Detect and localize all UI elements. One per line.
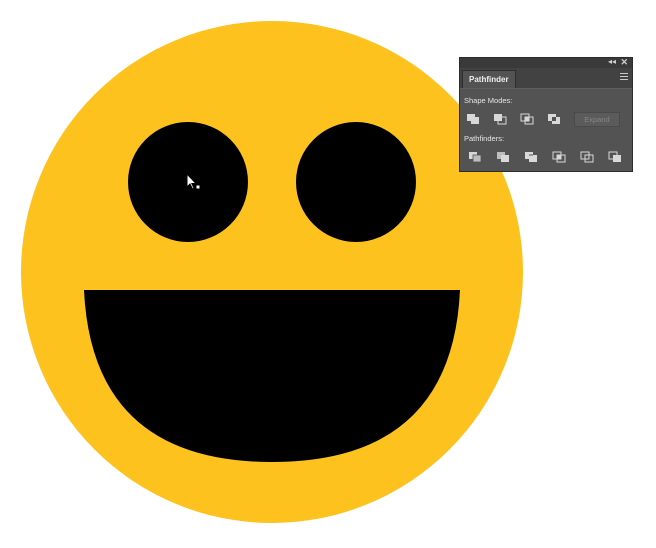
close-panel-icon[interactable]: ✕	[620, 57, 628, 67]
minus-back-icon	[608, 151, 621, 162]
merge-icon	[525, 152, 537, 162]
crop-icon	[552, 151, 566, 163]
minus-back-button[interactable]	[607, 150, 623, 164]
intersect-icon	[520, 113, 534, 125]
merge-button[interactable]	[523, 150, 539, 164]
minus-front-button[interactable]	[492, 112, 508, 126]
outline-icon	[580, 151, 594, 163]
trim-button[interactable]	[495, 150, 511, 164]
panel-titlebar[interactable]: ◂◂ ✕	[460, 57, 632, 68]
panel-menu-icon[interactable]	[620, 73, 628, 81]
unite-icon	[467, 114, 479, 124]
right-eye-circle[interactable]	[296, 122, 416, 242]
exclude-button[interactable]	[546, 112, 562, 126]
pathfinders-label: Pathfinders:	[464, 134, 505, 143]
exclude-icon	[548, 114, 560, 124]
expand-button[interactable]: Expand	[574, 112, 620, 127]
collapse-panel-icon[interactable]: ◂◂	[608, 57, 616, 67]
crop-button[interactable]	[551, 150, 567, 164]
unite-button[interactable]	[465, 112, 481, 126]
mouse-cursor-icon	[186, 173, 201, 190]
divide-button[interactable]	[467, 150, 483, 164]
minus-front-icon	[494, 114, 507, 125]
tab-pathfinder[interactable]: Pathfinder	[462, 70, 516, 88]
divide-icon	[469, 152, 482, 163]
pathfinder-panel: ◂◂ ✕ Pathfinder Shape Modes: Expand Path…	[459, 57, 633, 172]
outline-button[interactable]	[579, 150, 595, 164]
shape-modes-label: Shape Modes:	[464, 96, 513, 105]
trim-icon	[497, 152, 509, 162]
intersect-button[interactable]	[519, 112, 535, 126]
panel-tab-bar: Pathfinder	[460, 68, 632, 89]
